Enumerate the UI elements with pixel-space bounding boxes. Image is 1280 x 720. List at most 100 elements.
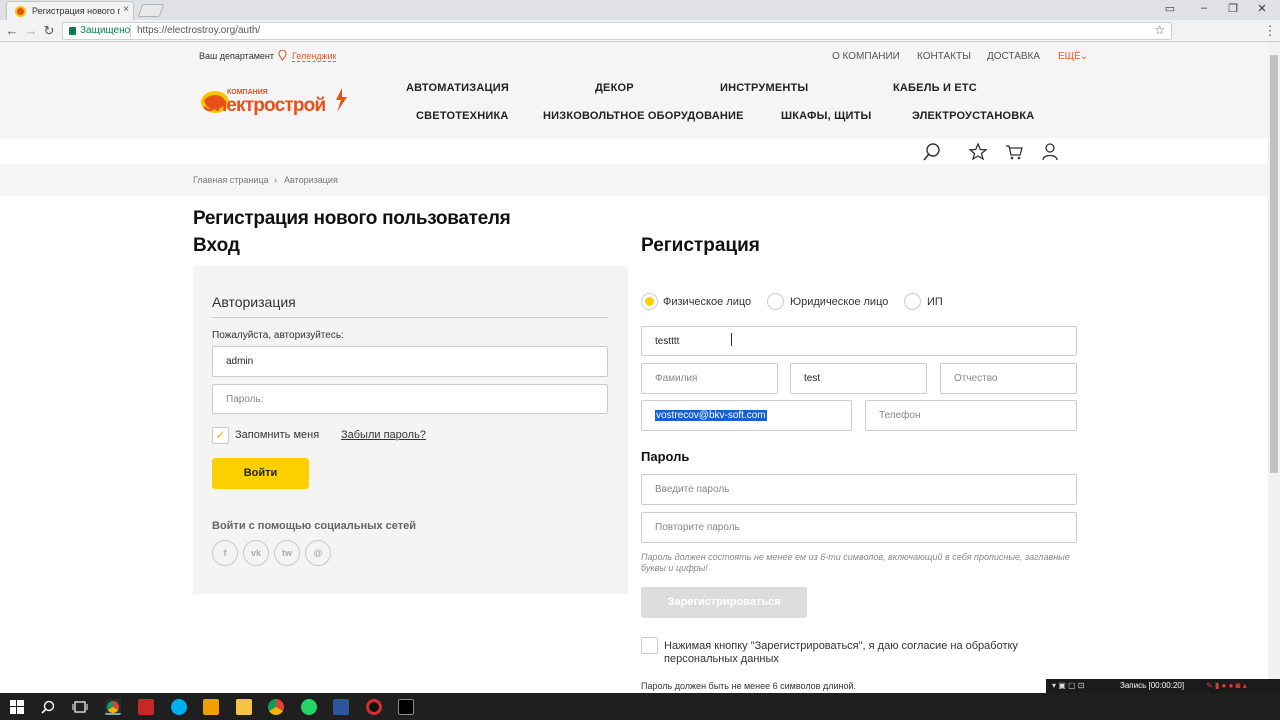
maximize-icon[interactable]: ❐ [1223,2,1243,15]
lastname-input[interactable]: Фамилия [641,363,778,394]
top-link-more[interactable]: ЕЩЁ [1058,51,1081,62]
top-link-contacts[interactable]: КОНТАКТЫ [917,51,971,62]
breadcrumb-separator: › [274,175,277,185]
top-link-about[interactable]: О КОМПАНИИ [832,51,900,62]
password-input[interactable]: Пароль: [212,384,608,414]
lock-icon [69,27,76,35]
social-login-label: Войти с помощью социальных сетей [212,520,417,532]
breadcrumb [0,164,1268,196]
divider [212,317,608,318]
top-link-delivery[interactable]: ДОСТАВКА [987,51,1040,62]
login-input[interactable]: admin [212,346,608,377]
profile-icon[interactable]: ▭ [1160,2,1180,15]
back-icon[interactable]: ← [4,23,20,39]
login-button[interactable]: Войти [212,458,309,489]
file-explorer-taskbar-icon[interactable] [236,699,252,715]
patronymic-input[interactable]: Отчество [940,363,1077,394]
page-subtitle: Вход [193,235,240,256]
windows-taskbar [0,693,1280,720]
bookmark-star-icon[interactable]: ☆ [1154,23,1165,37]
registration-title: Регистрация [641,235,760,256]
radio-individual[interactable] [641,293,658,310]
logo-text: Электрострой [203,95,326,116]
chrome-taskbar-icon[interactable] [105,699,121,715]
nav-category-installation[interactable]: ЭЛЕКТРОУСТАНОВКА [912,110,1034,122]
nav-category-cabinets[interactable]: ШКАФЫ, ЩИТЫ [781,110,872,122]
site-logo[interactable]: КОМПАНИЯ Электрострой [199,86,349,116]
breadcrumb-home[interactable]: Главная страница [193,175,269,185]
task-view-icon[interactable] [72,700,88,714]
remember-me-label: Запомнить меня [235,429,320,441]
recorder-controls-icon[interactable]: ✎ ▮ ● ● ◙ ▴ [1206,681,1247,690]
terminal-taskbar-icon[interactable] [398,699,414,715]
repeat-password-input[interactable]: Повторите пароль [641,512,1077,543]
mailru-icon[interactable]: @ [305,540,331,566]
whatsapp-taskbar-icon[interactable] [301,699,317,715]
search-icon[interactable] [922,142,942,162]
nav-category-automation[interactable]: АВТОМАТИЗАЦИЯ [406,82,509,94]
window-close-icon[interactable]: ✕ [1252,2,1272,15]
password-min-length-note: Пароль должен быть не менее 6 символов д… [641,681,857,691]
screen-recorder-bar: ▾ ▣ ▢ ⊡ Запись [00:00:20] ✎ ▮ ● ● ◙ ▴ [1046,679,1280,693]
nav-category-low-voltage[interactable]: НИЗКОВОЛЬТНОЕ ОБОРУДОВАНИЕ [543,110,744,122]
divider [130,25,131,37]
url-input[interactable]: Защищено https://electrostroy.org/auth/ … [62,22,1172,40]
favorites-star-icon[interactable] [968,142,988,162]
reload-icon[interactable]: ↻ [41,23,57,39]
location-pin-icon [278,50,287,61]
radio-legal-entity-label: Юридическое лицо [790,296,889,308]
page-title: Регистрация нового пользователя [193,208,511,229]
new-tab-button[interactable] [137,4,165,17]
minimize-icon[interactable]: – [1194,2,1214,14]
new-password-input[interactable]: Введите пароль [641,474,1077,505]
nav-category-lighting[interactable]: СВЕТОТЕХНИКА [416,110,509,122]
nav-category-cable[interactable]: КАБЕЛЬ И ЕТС [893,82,977,94]
word-taskbar-icon[interactable] [333,699,349,715]
nav-category-tools[interactable]: ИНСТРУМЕНТЫ [720,82,808,94]
recorder-menu-icon[interactable]: ▾ ▣ ▢ ⊡ [1052,681,1085,690]
search-taskbar-icon[interactable] [41,700,55,714]
chrome-alt-taskbar-icon[interactable] [268,699,284,715]
cart-icon[interactable] [1004,142,1024,162]
recorder-taskbar-icon[interactable] [366,699,382,715]
skype-taskbar-icon[interactable] [171,699,187,715]
password-section-title: Пароль [641,449,690,464]
site-favicon-icon [15,6,26,17]
remember-me-checkbox[interactable]: ✓ [212,427,229,444]
nav-category-decor[interactable]: ДЕКОР [595,82,634,94]
consent-checkbox[interactable] [641,637,658,654]
filezilla-taskbar-icon[interactable] [138,699,154,715]
browser-tab[interactable]: Регистрация нового по... × [6,1,134,20]
security-label: Защищено [80,25,131,36]
auth-hint: Пожалуйста, авторизуйтесь: [212,330,344,341]
email-input[interactable]: vostrecov@bkv-soft.com [641,400,852,431]
radio-individual-label: Физическое лицо [663,296,752,308]
address-bar-row: ← → ↻ Защищено https://electrostroy.org/… [0,20,1280,57]
user-account-icon[interactable] [1040,142,1060,162]
forgot-password-link[interactable]: Забыли пароль? [341,429,426,441]
consent-label: Нажимая кнопку "Зарегистрироваться", я д… [664,640,1018,665]
city-selector[interactable]: Геленджик [292,51,337,62]
twitter-icon[interactable]: tw [274,540,300,566]
register-button[interactable]: Зарегистрироваться [641,587,807,618]
radio-sole-proprietor-label: ИП [927,296,943,308]
sublime-taskbar-icon[interactable] [203,699,219,715]
phone-input[interactable]: Телефон [865,400,1077,431]
chevron-down-icon[interactable]: ⌄ [1080,51,1088,62]
email-value: vostrecov@bkv-soft.com [655,410,767,421]
forward-icon[interactable]: → [23,23,39,39]
radio-sole-proprietor[interactable] [904,293,921,310]
facebook-icon[interactable]: f [212,540,238,566]
browser-menu-icon[interactable]: ⋮ [1262,23,1278,39]
windows-start-icon[interactable] [10,700,24,714]
vkontakte-icon[interactable]: vk [243,540,269,566]
name-input[interactable]: test [790,363,927,394]
department-label: Ваш департамент [199,51,274,61]
scrollbar-thumb[interactable] [1270,55,1278,473]
url-text: https://electrostroy.org/auth/ [137,25,261,36]
header-icon-row [0,138,1268,164]
tab-close-icon[interactable]: × [123,4,129,15]
registration-first-input[interactable]: testttt [641,326,1077,356]
radio-legal-entity[interactable] [767,293,784,310]
password-requirements-note: Пароль должен состоять не менее ем из 6-… [641,552,1070,573]
